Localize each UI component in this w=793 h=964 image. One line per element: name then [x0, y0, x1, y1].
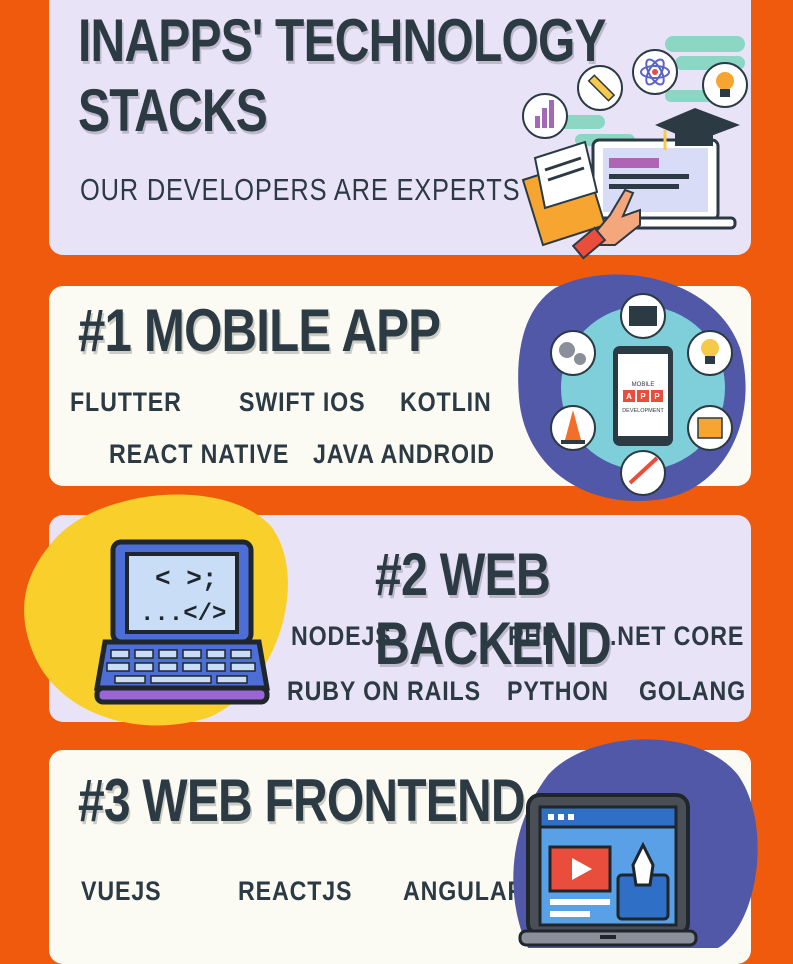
box-icon [687, 405, 733, 451]
education-illustration [521, 36, 748, 260]
phone-letter: A [626, 392, 632, 401]
code-laptop-icon: < >; ...</> [94, 539, 270, 705]
web-frontend-illustration [513, 739, 758, 948]
tech-label: GOLANG [639, 676, 747, 706]
tech-label: KOTLIN [400, 387, 492, 417]
tech-label: PHP [508, 621, 559, 651]
lightbulb-bubble-icon [702, 62, 748, 108]
tech-label: RUBY ON RAILS [287, 676, 481, 706]
page-subtitle: OUR DEVELOPERS ARE EXPERTS IN: [80, 172, 564, 207]
tech-label: REACTJS [238, 876, 353, 906]
chart-bubble-icon [522, 93, 568, 139]
tech-label: NODEJS [291, 621, 392, 651]
tech-label: JAVA ANDROID [313, 439, 495, 469]
tech-label: PYTHON [507, 676, 609, 706]
phone-screen-sublabel: DEVELOPMENT [622, 408, 664, 414]
atom-bubble-icon [632, 49, 678, 95]
phone-screen-label: MOBILE [632, 382, 655, 388]
tech-label: REACT NATIVE [109, 439, 290, 469]
gears-icon [550, 330, 596, 376]
tech-label: ANGULAR [403, 876, 526, 906]
code-window-icon [620, 293, 666, 339]
phone-letter: P [640, 392, 646, 401]
svg-text:< >;: < >; [155, 564, 217, 594]
lightbulb-icon [687, 330, 733, 376]
mobile-app-illustration: MOBILE A P P DEVELOPMENT [518, 274, 746, 502]
web-frontend-title: #3 WEB FRONTEND [78, 767, 526, 834]
page-title-line2: STACKS [78, 77, 268, 144]
web-frontend-laptop-icon [518, 793, 698, 947]
mobile-app-title: #1 MOBILE APP [78, 297, 441, 364]
phone-letter: P [654, 392, 660, 401]
pencil-bubble-icon [577, 65, 623, 111]
tech-label: .NET CORE [610, 621, 745, 651]
pen-tool-icon [620, 450, 666, 496]
traffic-cone-icon [550, 405, 596, 451]
tech-label: VUEJS [81, 876, 162, 906]
web-backend-title: #2 WEB BACKEND [375, 541, 612, 677]
svg-text:...</>: ...</> [140, 601, 226, 628]
tech-label: FLUTTER [70, 387, 182, 417]
tech-label: SWIFT IOS [239, 387, 366, 417]
